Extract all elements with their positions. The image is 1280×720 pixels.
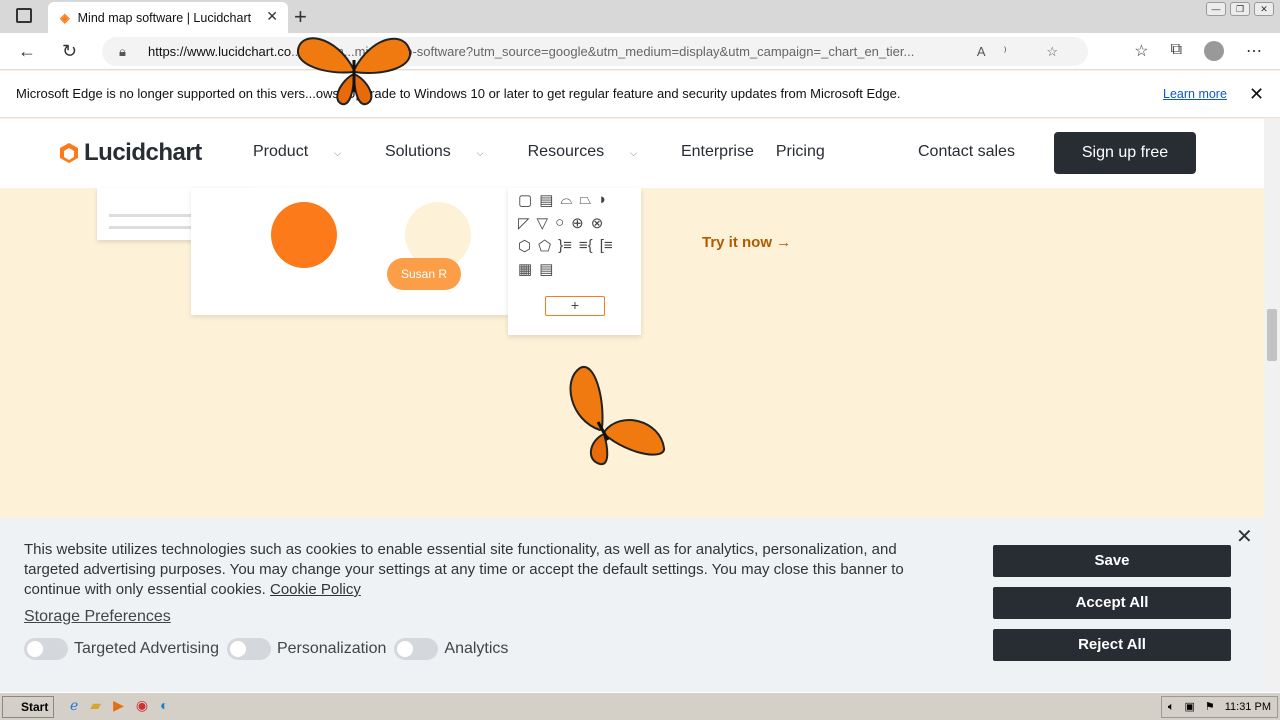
read-aloud-favorite-icons[interactable]: A⁾ ☆ bbox=[977, 37, 1076, 66]
chrome-icon[interactable]: ◉ bbox=[136, 697, 148, 714]
shape-icon: ⌓ bbox=[560, 191, 573, 208]
network-icon[interactable]: ▣ bbox=[1184, 697, 1194, 717]
try-it-now-link[interactable]: Try it now → bbox=[702, 234, 791, 251]
window-controls: — ❐ ✕ bbox=[1206, 2, 1274, 16]
menu-pricing[interactable]: Pricing bbox=[776, 143, 825, 161]
shape-icon: }≡ bbox=[558, 237, 572, 254]
shape-icon: ▤ bbox=[539, 191, 554, 209]
toggle-label: Analytics bbox=[444, 640, 509, 657]
infobar-close-icon[interactable]: ✕ bbox=[1249, 71, 1264, 117]
quick-launch: ℯ ▰ ▶ ◉ ◐ bbox=[70, 697, 169, 714]
page-scrollbar[interactable] bbox=[1264, 119, 1280, 692]
menu-resources[interactable]: Resources ⌵ bbox=[528, 143, 659, 161]
lucidchart-favicon-icon: ◈ bbox=[60, 11, 70, 25]
main-menu: Product ⌵ Solutions ⌵ Resources ⌵ Enterpris… bbox=[253, 143, 847, 161]
accept-all-button[interactable]: Accept All bbox=[993, 587, 1231, 619]
orange-node bbox=[271, 202, 337, 268]
menu-product[interactable]: Product ⌵ bbox=[253, 143, 363, 161]
new-tab-button[interactable]: + bbox=[294, 4, 307, 30]
tab-close-icon[interactable]: ✕ bbox=[266, 8, 278, 25]
unsupported-os-infobar: Microsoft Edge is no longer supported on… bbox=[0, 71, 1280, 118]
personalization-toggle[interactable] bbox=[226, 638, 271, 660]
url-field[interactable]: 🔒︎ https://www.lucidchart.co...ges/lan..… bbox=[102, 37, 1088, 66]
mind-map-canvas: Susan R bbox=[191, 188, 508, 315]
butterfly-icon bbox=[569, 366, 665, 466]
toggle-label: Personalization bbox=[276, 640, 387, 657]
shape-icon: ▦ bbox=[518, 260, 533, 278]
cookie-close-icon[interactable]: ✕ bbox=[1236, 524, 1253, 549]
site-header: Lucidchart Product ⌵ Solutions ⌵ Resources… bbox=[0, 119, 1264, 188]
collections-icon[interactable]: ⧉ bbox=[1171, 41, 1182, 61]
shape-library-panel: ▢ ▤ ⌓ ⏢ ◗ ◸ ▽ ○ ⊕ ⊗ ⬡ ⬠ }≡ ≡{ [≡ ▦ ▤ + bbox=[508, 188, 641, 335]
browser-tab[interactable]: ◈ Mind map software | Lucidchart ✕ bbox=[48, 2, 288, 33]
shape-icon: [≡ bbox=[599, 237, 613, 254]
storage-preferences-link[interactable]: Storage Preferences bbox=[24, 608, 171, 626]
sign-up-free-button[interactable]: Sign up free bbox=[1054, 132, 1196, 174]
shape-icon: ▢ bbox=[518, 191, 533, 209]
media-player-icon[interactable]: ▶ bbox=[113, 697, 124, 714]
add-shapes-button[interactable]: + bbox=[545, 296, 605, 316]
shape-icon: ▽ bbox=[536, 214, 549, 232]
contact-sales-link[interactable]: Contact sales bbox=[918, 143, 1015, 161]
reject-all-button[interactable]: Reject All bbox=[993, 629, 1231, 661]
consent-toggles: Targeted Advertising Personalization Ana… bbox=[24, 638, 516, 660]
browser-right-tools: ☆ ⧉ ⋯ bbox=[1134, 41, 1262, 61]
start-label: Start bbox=[21, 700, 49, 714]
infobar-message: Microsoft Edge is no longer supported on… bbox=[16, 86, 901, 101]
shape-icon: ▤ bbox=[539, 260, 554, 278]
restore-button[interactable]: ❐ bbox=[1230, 2, 1250, 16]
refresh-icon[interactable]: ↻ bbox=[62, 41, 77, 62]
collaborator-badge: Susan R bbox=[387, 258, 461, 290]
shape-icon: ○ bbox=[555, 214, 565, 231]
edge-icon[interactable]: ◐ bbox=[160, 697, 168, 714]
favorites-icon[interactable]: ☆ bbox=[1134, 41, 1148, 61]
back-arrow-icon[interactable]: ← bbox=[18, 41, 36, 62]
menu-enterprise[interactable]: Enterprise bbox=[681, 143, 754, 161]
windows-taskbar: Start ℯ ▰ ▶ ◉ ◐ 🔈︎ ▣ ⚑ 11:31 PM bbox=[0, 692, 1280, 720]
lucidchart-logo-icon bbox=[60, 143, 78, 163]
address-toolbar: ← ↻ 🔒︎ https://www.lucidchart.co...ges/l… bbox=[0, 33, 1280, 70]
browser-titlebar: ◈ Mind map software | Lucidchart ✕ + — ❐… bbox=[0, 0, 1280, 33]
butterfly-icon bbox=[296, 37, 412, 106]
flag-icon[interactable]: ⚑ bbox=[1205, 697, 1215, 717]
chevron-down-icon: ⌵ bbox=[476, 148, 484, 158]
shape-icon: ⊗ bbox=[590, 214, 604, 232]
volume-icon[interactable]: 🔈︎ bbox=[1168, 697, 1175, 717]
shape-icon: ⊕ bbox=[571, 214, 584, 232]
profile-avatar[interactable] bbox=[1204, 41, 1224, 61]
url-host: https://www.lucidchart.co bbox=[148, 44, 292, 59]
folder-icon[interactable]: ▰ bbox=[90, 697, 101, 714]
lucidchart-logo[interactable]: Lucidchart bbox=[60, 139, 202, 167]
clock: 11:31 PM bbox=[1224, 701, 1271, 713]
shape-icon: ⬠ bbox=[538, 237, 552, 255]
lock-icon: 🔒︎ bbox=[119, 44, 126, 59]
shape-icon: ◗ bbox=[598, 191, 608, 208]
save-button[interactable]: Save bbox=[993, 545, 1231, 577]
system-tray: 🔈︎ ▣ ⚑ 11:31 PM bbox=[1160, 696, 1278, 718]
scrollbar-thumb[interactable] bbox=[1267, 309, 1277, 361]
cookie-policy-link[interactable]: Cookie Policy bbox=[270, 581, 361, 598]
shape-icon: ≡{ bbox=[578, 237, 593, 254]
shape-icon: ⏢ bbox=[579, 191, 592, 208]
start-button[interactable]: Start bbox=[2, 696, 54, 718]
chevron-down-icon: ⌵ bbox=[630, 148, 637, 158]
cookie-banner: This website utilizes technologies such … bbox=[0, 518, 1264, 692]
tab-actions-icon[interactable] bbox=[16, 8, 32, 23]
shape-icon: ⬡ bbox=[518, 237, 532, 255]
logo-text: Lucidchart bbox=[84, 139, 202, 166]
close-window-button[interactable]: ✕ bbox=[1254, 2, 1274, 16]
targeted-advertising-toggle[interactable] bbox=[24, 638, 68, 660]
analytics-toggle[interactable] bbox=[394, 638, 439, 660]
more-menu-icon[interactable]: ⋯ bbox=[1246, 41, 1262, 61]
chevron-down-icon: ⌵ bbox=[334, 148, 341, 158]
ie-icon[interactable]: ℯ bbox=[70, 697, 78, 714]
tab-title: Mind map software | Lucidchart bbox=[77, 10, 252, 25]
learn-more-link[interactable]: Learn more bbox=[1163, 71, 1227, 117]
cookie-message: This website utilizes technologies such … bbox=[24, 541, 904, 598]
shape-icon: ◸ bbox=[518, 214, 530, 232]
minimize-button[interactable]: — bbox=[1206, 2, 1226, 16]
toggle-label: Targeted Advertising bbox=[74, 640, 219, 657]
menu-solutions[interactable]: Solutions ⌵ bbox=[385, 143, 506, 161]
cookie-text-block: This website utilizes technologies such … bbox=[24, 540, 944, 600]
